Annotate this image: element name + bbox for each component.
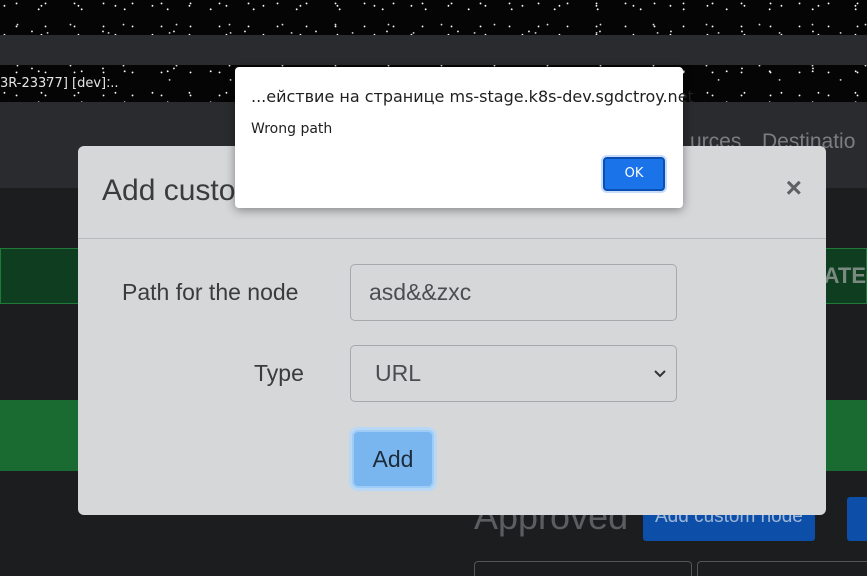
filter-select[interactable]	[474, 561, 692, 576]
alert-ok-button[interactable]: OK	[603, 157, 665, 191]
path-label: Path for the node	[122, 279, 299, 305]
browser-toolbar	[0, 35, 867, 65]
type-select[interactable]: URL	[350, 345, 677, 402]
alert-dialog: ...ействие на странице ms-stage.k8s-dev.…	[235, 67, 694, 208]
modal-divider	[78, 238, 826, 239]
type-select-value: URL	[375, 360, 422, 386]
browser-tab-title[interactable]: 3R-23377] [dev]...	[0, 76, 119, 91]
alert-message: Wrong path	[251, 121, 333, 137]
path-input[interactable]: asd&&zxc	[350, 264, 677, 321]
chevron-down-icon	[654, 346, 666, 401]
add-button[interactable]: Add	[352, 430, 434, 488]
close-icon[interactable]: ×	[786, 174, 802, 202]
filter-select-2[interactable]	[697, 561, 867, 576]
secondary-blue-button[interactable]	[847, 497, 867, 541]
alert-title: ...ействие на странице ms-stage.k8s-dev.…	[251, 87, 694, 106]
right-bar-text[interactable]: ATE	[824, 263, 866, 289]
type-label: Type	[254, 360, 304, 386]
modal-title: Add custo	[102, 174, 236, 207]
